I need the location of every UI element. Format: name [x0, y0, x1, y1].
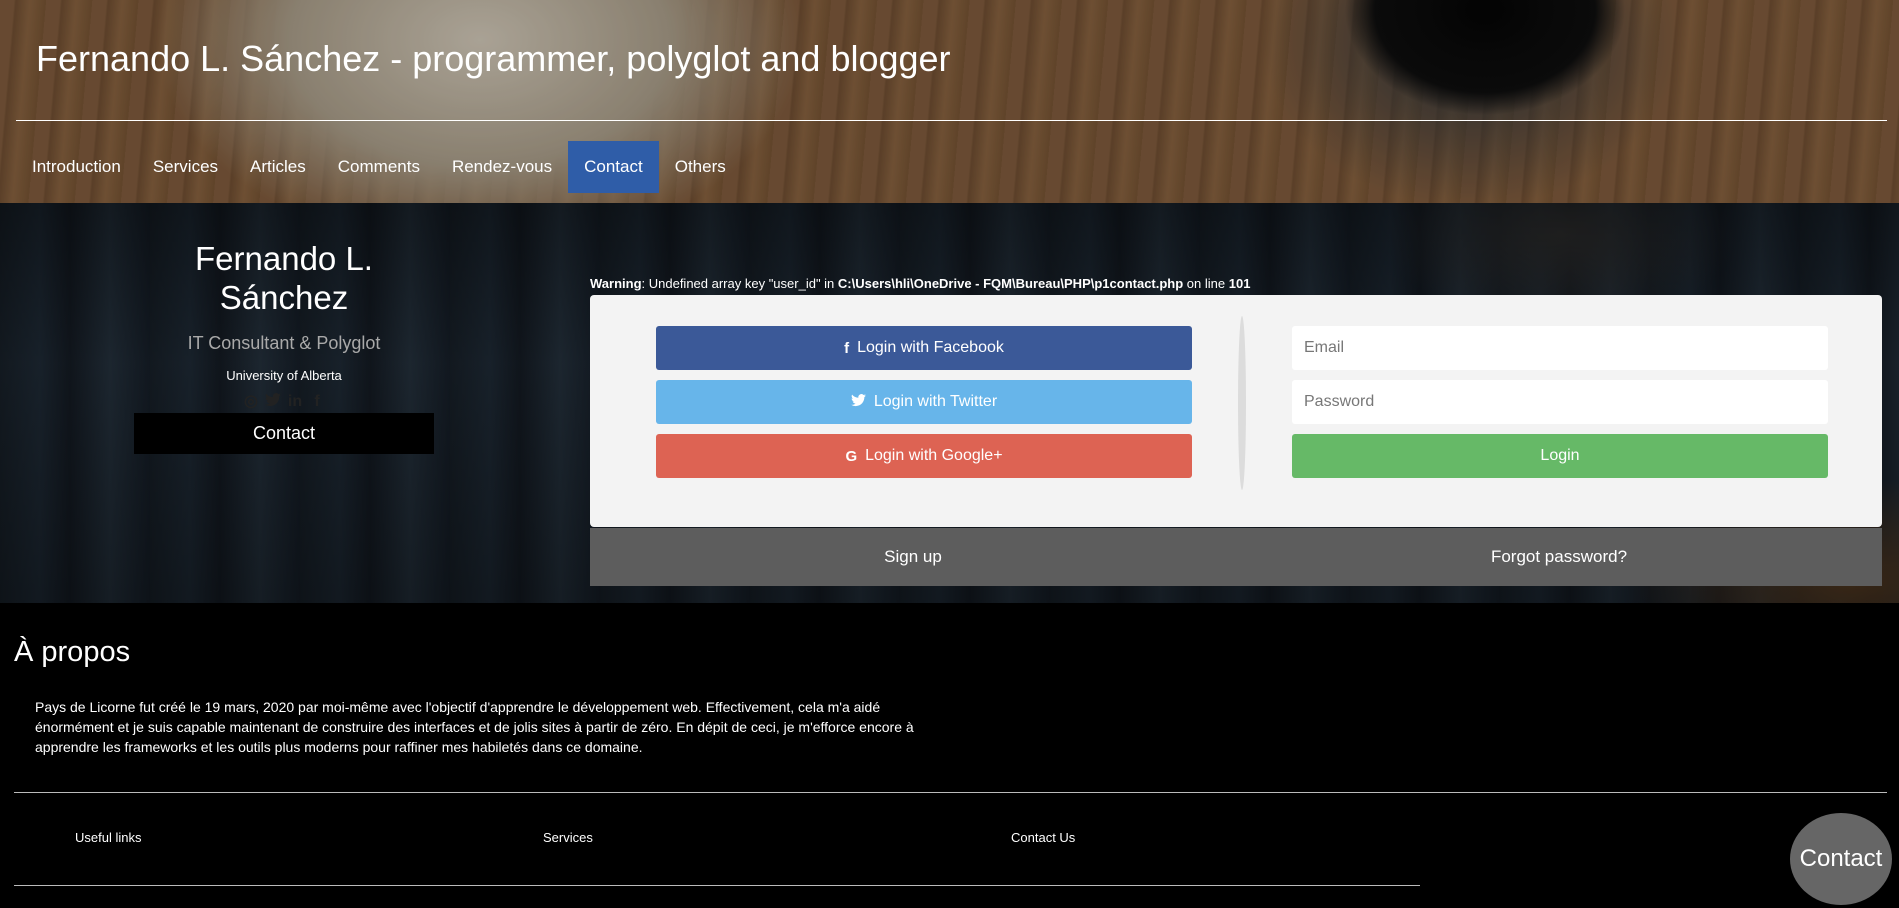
login-card: f Login with Facebook Login with Twitter…: [590, 295, 1882, 527]
profile-university: University of Alberta: [226, 368, 342, 383]
php-warning: Warning: Undefined array key "user_id" i…: [590, 276, 1250, 291]
email-field[interactable]: [1292, 326, 1828, 370]
footer-services: Services: [543, 830, 593, 845]
nav-item-others[interactable]: Others: [659, 141, 742, 193]
main-nav: Introduction Services Articles Comments …: [16, 141, 742, 193]
floating-contact-button[interactable]: Contact: [1790, 813, 1892, 905]
vertical-divider: [1238, 316, 1246, 490]
about-title: À propos: [14, 636, 131, 668]
nav-item-contact[interactable]: Contact: [568, 141, 659, 193]
warning-path: C:\Users\hli\OneDrive - FQM\Bureau\PHP\p…: [837, 276, 1184, 291]
footer-divider: [14, 792, 1887, 793]
password-field[interactable]: [1292, 380, 1828, 424]
warning-line-number: 101: [1228, 276, 1251, 291]
warning-text: : Undefined array key "user_id" in: [641, 276, 838, 291]
linkedin-icon[interactable]: in: [286, 393, 304, 411]
login-facebook-label: Login with Facebook: [857, 339, 1004, 356]
nav-item-rendez-vous[interactable]: Rendez-vous: [436, 141, 568, 193]
nav-item-services[interactable]: Services: [137, 141, 234, 193]
login-twitter-label: Login with Twitter: [873, 393, 998, 410]
header-divider: [16, 120, 1887, 121]
google-icon: G: [845, 447, 858, 465]
twitter-icon: [850, 393, 866, 411]
nav-item-comments[interactable]: Comments: [322, 141, 436, 193]
login-google-button[interactable]: G Login with Google+: [656, 434, 1192, 478]
login-twitter-button[interactable]: Login with Twitter: [656, 380, 1192, 424]
twitter-icon[interactable]: [264, 393, 282, 411]
social-links: ◎ in f: [134, 393, 434, 411]
nav-item-articles[interactable]: Articles: [234, 141, 322, 193]
login-card-footer: Sign up Forgot password?: [590, 528, 1882, 586]
dribbble-icon[interactable]: ◎: [242, 393, 260, 411]
signup-link[interactable]: Sign up: [590, 528, 1236, 586]
profile-name: Fernando L. Sánchez: [195, 240, 373, 316]
facebook-icon[interactable]: f: [308, 393, 326, 411]
forgot-password-link[interactable]: Forgot password?: [1236, 528, 1882, 586]
nav-item-introduction[interactable]: Introduction: [16, 141, 137, 193]
about-text: Pays de Licorne fut créé le 19 mars, 202…: [35, 699, 914, 755]
footer-contact-us: Contact Us: [1011, 830, 1076, 845]
site-title: Fernando L. Sánchez - programmer, polygl…: [36, 38, 951, 79]
warning-text-line: on line: [1183, 276, 1229, 291]
warning-label: Warning: [590, 276, 642, 291]
profile-card: Fernando L. Sánchez IT Consultant & Poly…: [134, 239, 434, 454]
footer-bottom-divider: [14, 885, 1420, 886]
footer-useful-links: Useful links: [75, 830, 142, 845]
profile-role: IT Consultant & Polyglot: [187, 333, 381, 353]
header: Fernando L. Sánchez - programmer, polygl…: [0, 0, 1899, 203]
login-button[interactable]: Login: [1292, 434, 1828, 478]
facebook-icon: f: [844, 339, 850, 357]
contact-section: Fernando L. Sánchez IT Consultant & Poly…: [0, 203, 1899, 603]
login-facebook-button[interactable]: f Login with Facebook: [656, 326, 1192, 370]
profile-contact-button[interactable]: Contact: [134, 413, 434, 454]
login-google-label: Login with Google+: [865, 447, 1003, 464]
